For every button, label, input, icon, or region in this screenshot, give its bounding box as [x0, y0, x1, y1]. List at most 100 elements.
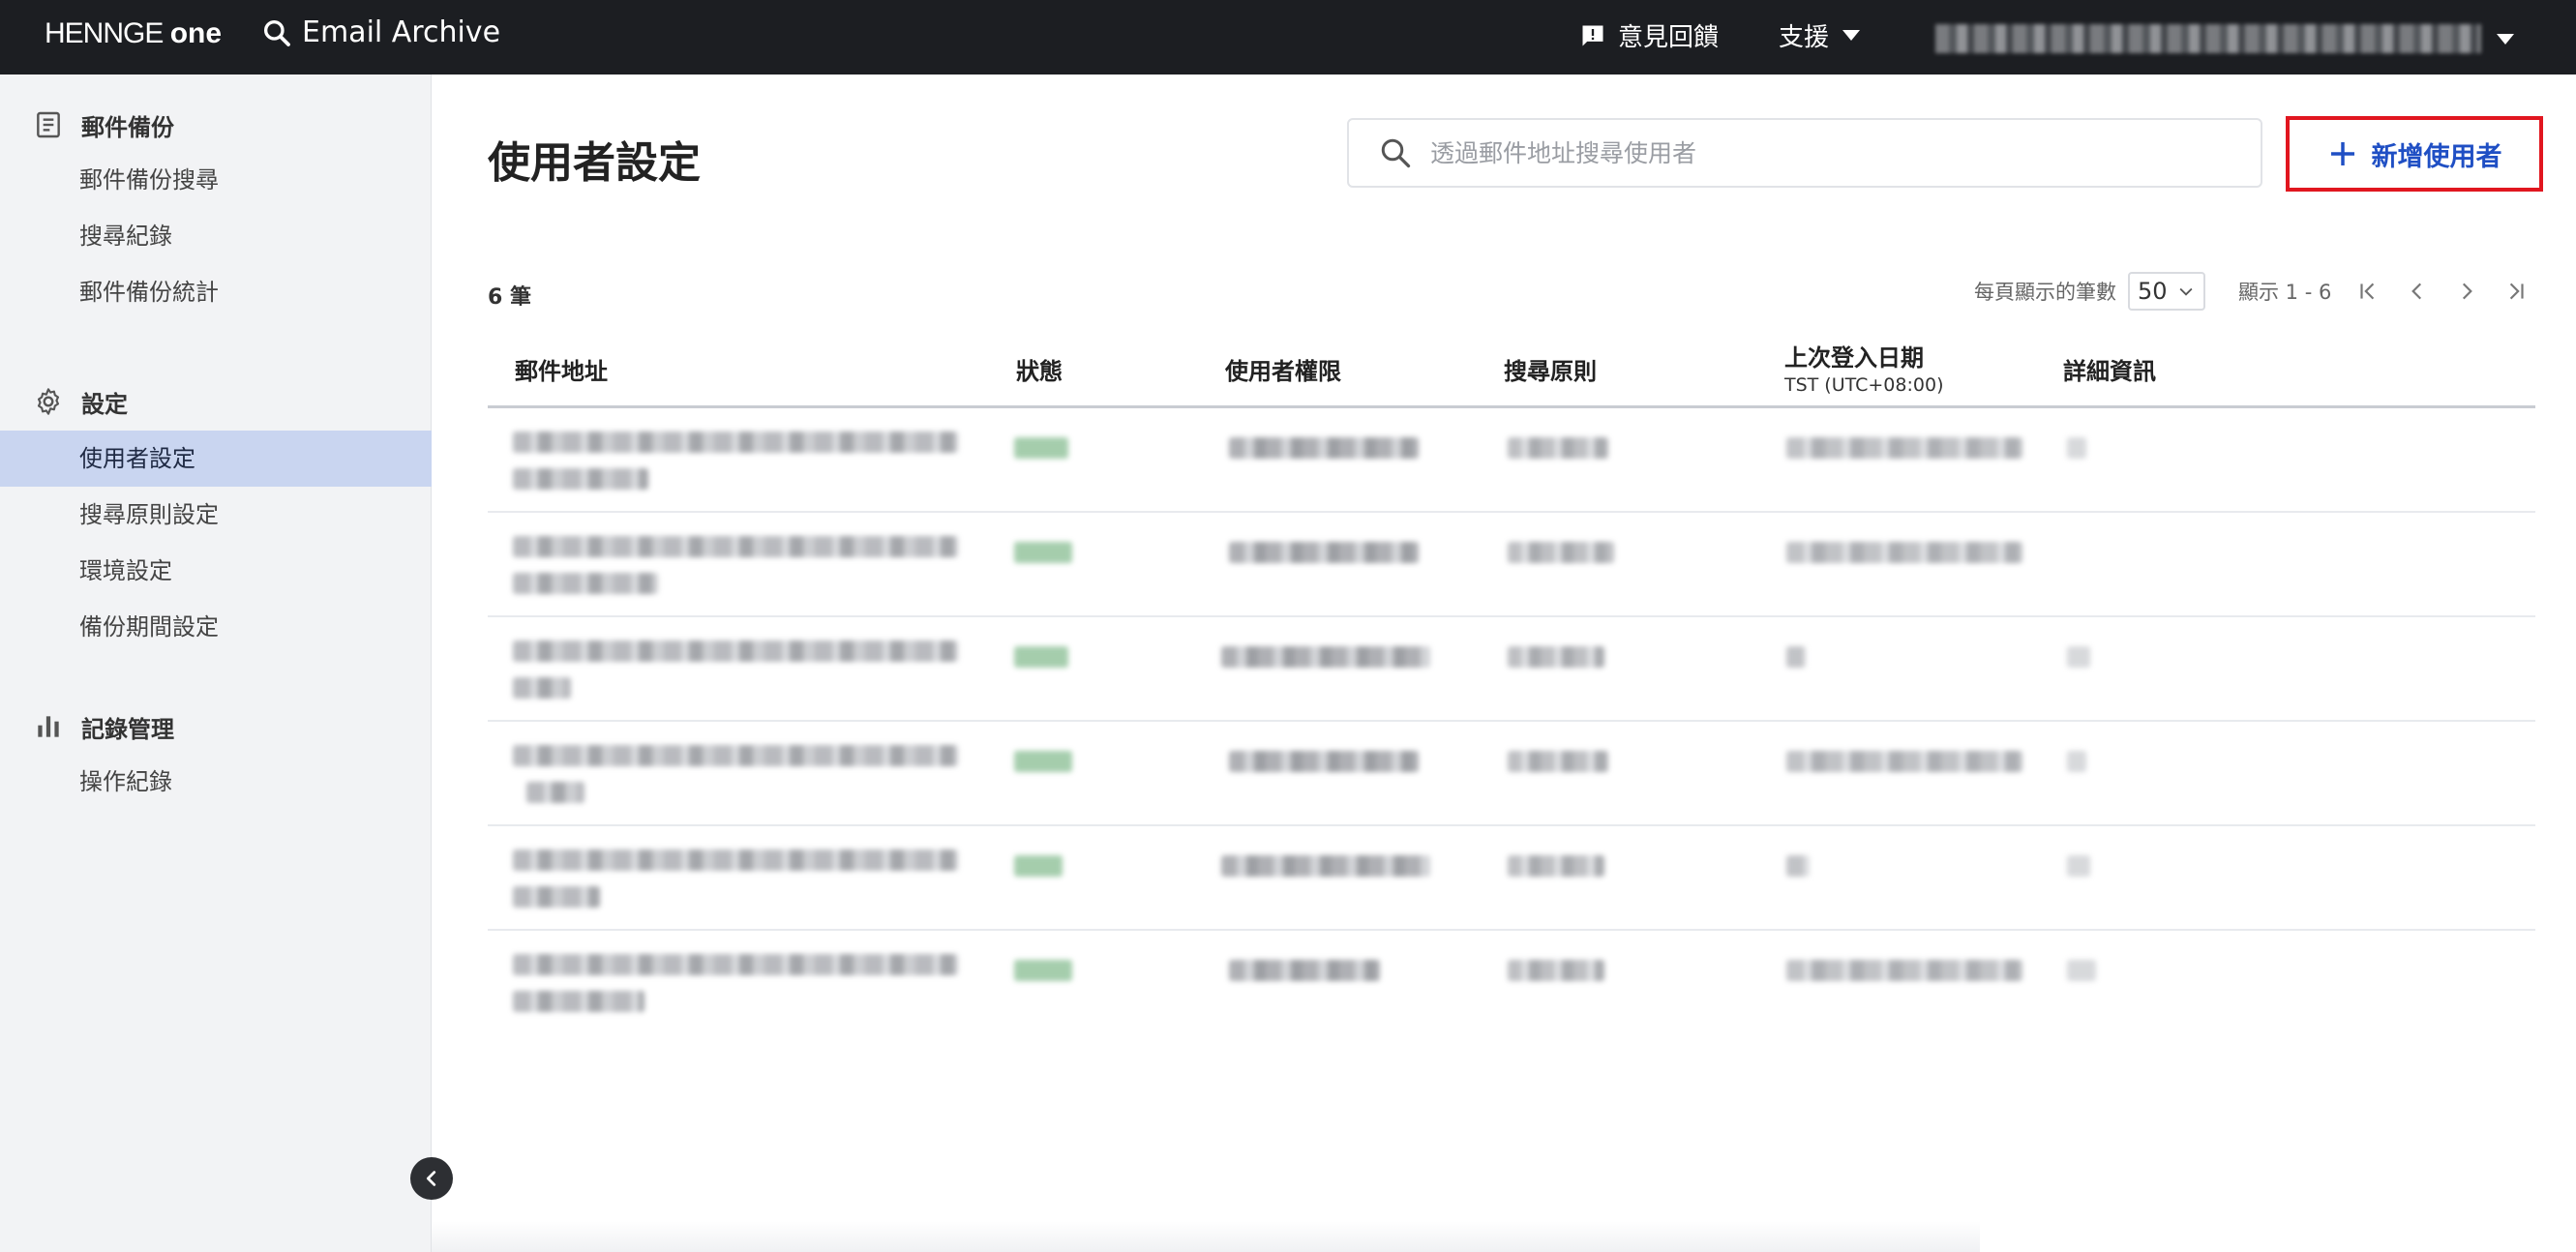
feedback-label: 意見回饋: [1618, 23, 1720, 52]
chevron-left-icon: [2411, 283, 2422, 300]
email-redacted: [513, 886, 600, 908]
product-name: Email Archive: [302, 15, 501, 49]
per-page-label: 每頁顯示的筆數: [1974, 281, 2116, 304]
date-redacted: [1786, 542, 2022, 563]
user-search-box[interactable]: [1347, 118, 2262, 188]
email-redacted: [526, 782, 584, 803]
table-row[interactable]: [488, 408, 2535, 513]
sidebar-item-mail-backup-search[interactable]: 郵件備份搜尋: [0, 152, 432, 208]
first-page-button[interactable]: [2355, 279, 2381, 304]
nav-head-settings[interactable]: 設定: [0, 374, 432, 429]
nav-group-log-management: 記錄管理 操作紀錄: [0, 700, 432, 810]
record-count: 6 筆: [488, 285, 531, 310]
next-page-button[interactable]: [2454, 279, 2479, 304]
status-badge: [1014, 646, 1068, 668]
date-redacted: [1786, 751, 2022, 772]
account-menu[interactable]: [1935, 21, 2514, 56]
prev-page-button[interactable]: [2405, 279, 2430, 304]
details-link[interactable]: [2067, 855, 2090, 877]
email-redacted: [513, 536, 958, 557]
top-bar: HENNGE one Email Archive 意見回饋 支援: [0, 0, 2576, 75]
sidebar-item-backup-period[interactable]: 備份期間設定: [0, 599, 432, 655]
support-menu[interactable]: 支援: [1779, 17, 1861, 53]
nav-group-settings: 設定 使用者設定 搜尋原則設定 環境設定 備份期間設定: [0, 374, 432, 655]
feedback-button[interactable]: 意見回饋: [1579, 17, 1719, 53]
email-redacted: [513, 745, 958, 766]
gear-icon: [37, 388, 60, 415]
email-redacted: [513, 954, 958, 975]
status-badge: [1014, 542, 1072, 563]
details-link[interactable]: [2067, 437, 2086, 459]
henngeone-logo[interactable]: HENNGE one: [45, 17, 222, 50]
col-status[interactable]: 狀態: [1016, 352, 1063, 386]
table-row[interactable]: [488, 931, 2535, 1035]
last-page-button[interactable]: [2503, 279, 2529, 304]
role-redacted: [1229, 751, 1419, 772]
chevron-right-icon: [2463, 283, 2473, 300]
collapse-sidebar-button[interactable]: [410, 1157, 453, 1200]
date-redacted: [1786, 437, 2022, 459]
col-email[interactable]: 郵件地址: [515, 352, 608, 386]
sidebar-item-search-policy[interactable]: 搜尋原則設定: [0, 487, 432, 543]
status-badge: [1014, 437, 1068, 459]
add-user-label: 新增使用者: [2371, 141, 2502, 172]
date-redacted: [1786, 646, 1806, 668]
email-redacted: [513, 677, 571, 699]
nav-head-mail-backup[interactable]: 郵件備份: [0, 98, 432, 152]
page-title: 使用者設定: [488, 138, 701, 188]
policy-redacted: [1508, 437, 1608, 459]
col-search-policy[interactable]: 搜尋原則: [1504, 352, 1597, 386]
role-redacted: [1229, 960, 1380, 981]
account-name-redacted: [1935, 24, 2481, 53]
policy-redacted: [1508, 960, 1604, 981]
feedback-icon: [1582, 25, 1603, 45]
plus-icon: [2330, 142, 2354, 165]
per-page-select[interactable]: 50: [2128, 272, 2205, 311]
add-user-button[interactable]: 新增使用者: [2286, 116, 2543, 192]
email-redacted: [513, 468, 648, 490]
table-row[interactable]: [488, 513, 2535, 617]
date-redacted: [1786, 960, 2022, 981]
chevron-left-icon: [426, 1171, 436, 1186]
sidebar-item-user-settings[interactable]: 使用者設定: [0, 431, 432, 487]
product-title: Email Archive: [261, 15, 500, 49]
col-role[interactable]: 使用者權限: [1225, 352, 1341, 386]
status-badge: [1014, 960, 1072, 981]
col-details[interactable]: 詳細資訊: [2063, 352, 2156, 386]
users-table: 郵件地址 狀態 使用者權限 搜尋原則 上次登入日期 TST (UTC+08:00…: [488, 329, 2535, 1035]
table-row[interactable]: [488, 722, 2535, 826]
details-link[interactable]: [2067, 751, 2086, 772]
policy-redacted: [1508, 751, 1608, 772]
policy-redacted: [1508, 855, 1604, 877]
role-redacted: [1229, 437, 1419, 459]
sidebar-item-backup-stats[interactable]: 郵件備份統計: [0, 264, 432, 320]
sidebar-item-operation-log[interactable]: 操作紀錄: [0, 754, 432, 810]
status-badge: [1014, 855, 1063, 877]
sidebar: 郵件備份 郵件備份搜尋 搜尋紀錄 郵件備份統計 設定 使用者設定 搜尋原則設定 …: [0, 75, 432, 1252]
last-page-icon: [2510, 283, 2524, 300]
details-link[interactable]: [2067, 646, 2090, 668]
email-redacted: [513, 573, 658, 594]
role-redacted: [1221, 855, 1430, 877]
email-redacted: [513, 850, 958, 871]
email-redacted: [513, 641, 958, 662]
nav-group-mail-backup: 郵件備份 郵件備份搜尋 搜尋紀錄 郵件備份統計: [0, 98, 432, 320]
policy-redacted: [1508, 542, 1614, 563]
search-input[interactable]: [1430, 138, 2224, 167]
details-link[interactable]: [2067, 960, 2096, 981]
first-page-icon: [2360, 283, 2375, 300]
role-redacted: [1221, 646, 1430, 668]
table-row[interactable]: [488, 826, 2535, 931]
bar-chart-icon: [38, 716, 59, 737]
sidebar-item-environment[interactable]: 環境設定: [0, 543, 432, 599]
chevron-down-icon: [1842, 30, 1861, 41]
role-redacted: [1229, 542, 1419, 563]
support-label: 支援: [1779, 23, 1830, 52]
table-row[interactable]: [488, 617, 2535, 722]
nav-head-log-management[interactable]: 記錄管理: [0, 700, 432, 754]
table-header: 郵件地址 狀態 使用者權限 搜尋原則 上次登入日期 TST (UTC+08:00…: [488, 329, 2535, 408]
policy-redacted: [1508, 646, 1604, 668]
timezone-label: TST (UTC+08:00): [1784, 374, 1944, 396]
col-last-login[interactable]: 上次登入日期 TST (UTC+08:00): [1784, 339, 1943, 396]
sidebar-item-search-history[interactable]: 搜尋紀錄: [0, 208, 432, 264]
